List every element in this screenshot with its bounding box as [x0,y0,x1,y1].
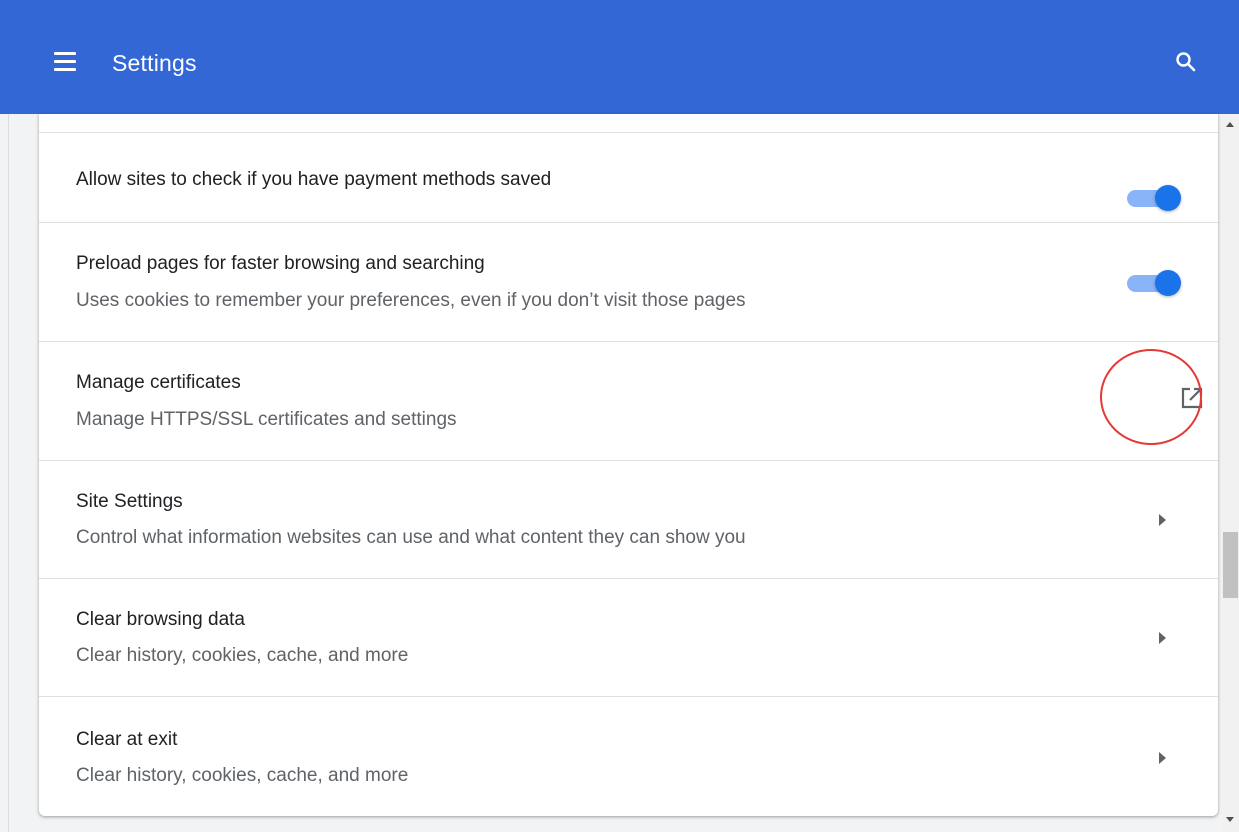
open-in-new-icon[interactable] [1179,385,1205,411]
setting-subtitle: Control what information websites can us… [76,527,746,548]
setting-row-manage-certificates[interactable]: Manage certificates Manage HTTPS/SSL cer… [39,341,1218,460]
setting-row-site-settings[interactable]: Site Settings Control what information w… [39,460,1218,578]
payment-methods-toggle[interactable] [1127,184,1183,212]
app-bar: Settings [0,0,1239,114]
page-title: Settings [112,50,197,76]
hamburger-menu-icon[interactable] [54,52,76,71]
scroll-down-arrow-icon[interactable] [1226,817,1234,822]
setting-title: Clear browsing data [76,609,245,630]
preload-pages-toggle[interactable] [1127,269,1183,297]
divider [8,114,9,832]
setting-title: Manage certificates [76,372,241,393]
setting-row-preload-pages[interactable]: Preload pages for faster browsing and se… [39,222,1218,341]
vertical-scrollbar[interactable] [1222,114,1239,832]
setting-row-payment-methods[interactable]: Allow sites to check if you have payment… [39,132,1218,222]
chevron-right-icon [1159,752,1166,764]
chevron-right-icon [1159,514,1166,526]
setting-row-clear-browsing-data[interactable]: Clear browsing data Clear history, cooki… [39,578,1218,696]
setting-title: Site Settings [76,491,183,512]
settings-card: Allow sites to check if you have payment… [39,114,1218,816]
setting-subtitle: Clear history, cookies, cache, and more [76,765,409,786]
chevron-right-icon [1159,632,1166,644]
scroll-up-arrow-icon[interactable] [1226,122,1234,127]
search-icon[interactable] [1174,50,1198,74]
setting-subtitle: Uses cookies to remember your preference… [76,290,746,311]
setting-title: Preload pages for faster browsing and se… [76,253,485,274]
setting-row-clear-at-exit[interactable]: Clear at exit Clear history, cookies, ca… [39,696,1218,816]
setting-title: Clear at exit [76,729,178,750]
setting-title: Allow sites to check if you have payment… [76,169,552,190]
setting-subtitle: Manage HTTPS/SSL certificates and settin… [76,409,457,430]
scrollbar-thumb[interactable] [1223,532,1238,598]
setting-subtitle: Clear history, cookies, cache, and more [76,645,409,666]
